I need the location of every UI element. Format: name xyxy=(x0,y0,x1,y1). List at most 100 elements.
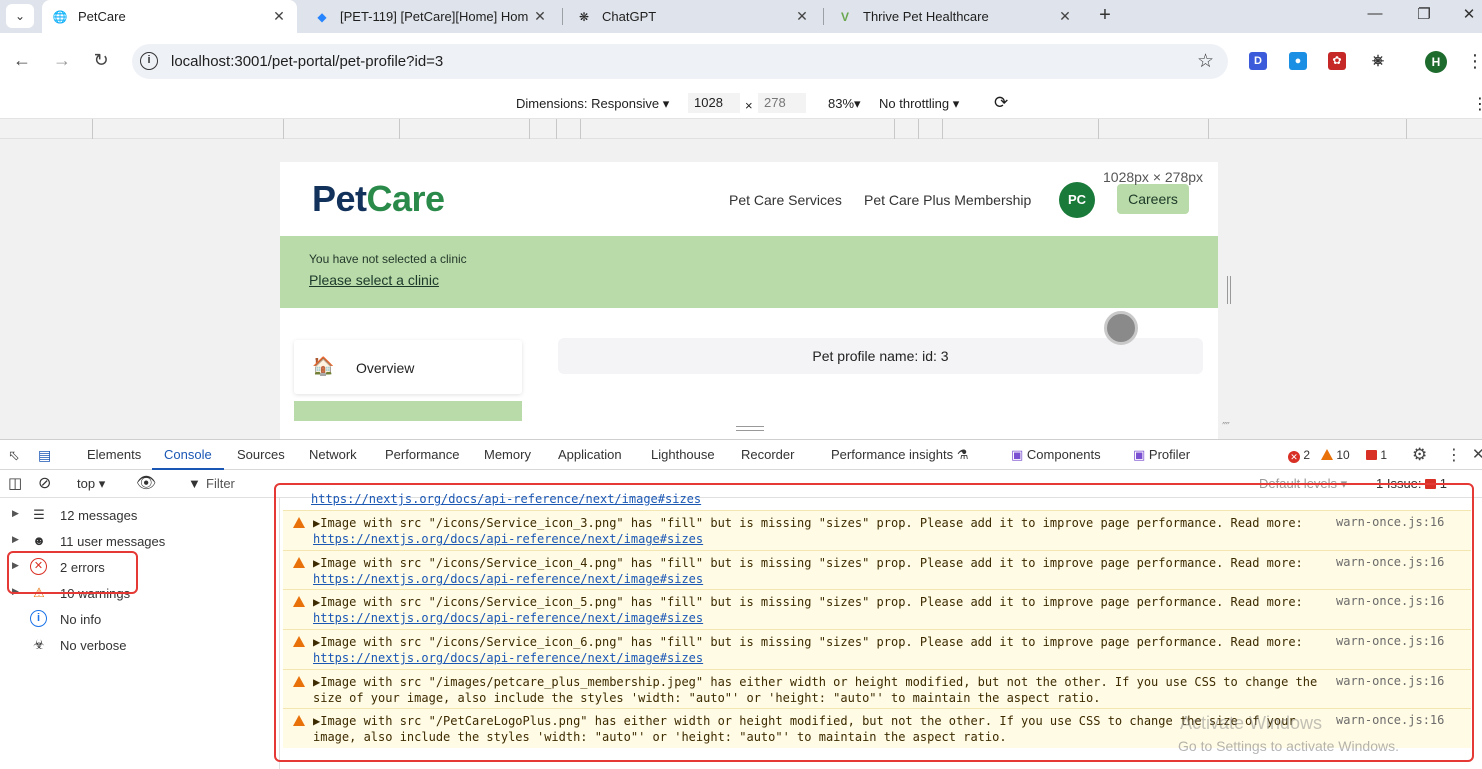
browser-tab-petcare[interactable]: 🌐 PetCare ✕ xyxy=(42,0,297,33)
browser-menu-icon[interactable]: ⋮ xyxy=(1466,51,1482,72)
dimensions-dropdown[interactable]: Dimensions: Responsive ▾ xyxy=(516,96,669,112)
issue-counter[interactable]: 1 xyxy=(1366,448,1387,462)
media-query-ruler xyxy=(0,119,1482,139)
careers-button[interactable]: Careers xyxy=(1117,184,1189,214)
filter-icon: ▼ xyxy=(188,476,201,491)
inspect-element-icon[interactable]: ⬁ xyxy=(8,447,20,464)
context-selector[interactable]: top ▾ xyxy=(77,476,105,492)
tab-components[interactable]: ▣ Components xyxy=(1011,440,1101,470)
tab-network[interactable]: Network xyxy=(309,440,357,470)
expand-arrow-icon[interactable]: ▶ xyxy=(12,534,19,545)
window-close-button[interactable]: ✕ xyxy=(1458,5,1480,27)
device-menu-icon[interactable]: ⋮ xyxy=(1472,94,1482,114)
filter-input[interactable]: Filter xyxy=(206,476,235,491)
device-toggle-icon[interactable]: ▤ xyxy=(38,447,51,464)
nav-pet-care-plus-membership[interactable]: Pet Care Plus Membership xyxy=(864,192,1031,208)
tab-console[interactable]: Console xyxy=(152,440,224,470)
address-bar[interactable]: i localhost:3001/pet-portal/pet-profile?… xyxy=(132,44,1228,79)
forward-button[interactable]: → xyxy=(51,49,73,71)
tab-profiler[interactable]: ▣ Profiler xyxy=(1133,440,1190,470)
tab-performance[interactable]: Performance xyxy=(385,440,459,470)
zoom-dropdown[interactable]: 83%▾ xyxy=(828,96,861,112)
throttling-dropdown[interactable]: No throttling ▾ xyxy=(879,96,959,112)
devtools-close-icon[interactable]: ✕ xyxy=(1472,445,1482,463)
issue-count: 1 xyxy=(1380,448,1388,462)
sidebar-toggle-icon[interactable]: ◫ xyxy=(8,474,22,492)
height-input[interactable]: 278 xyxy=(758,93,806,113)
minimize-button[interactable]: — xyxy=(1364,5,1386,27)
list-icon: ☰ xyxy=(33,507,45,522)
error-count: 2 xyxy=(1303,448,1311,462)
close-icon[interactable]: ✕ xyxy=(794,8,810,25)
logo-care-text: Care xyxy=(366,178,446,219)
sidebar-item-active[interactable] xyxy=(294,401,522,421)
sidebar-item-info[interactable]: i No info xyxy=(0,606,280,632)
extension-bug-icon[interactable]: ✿ xyxy=(1328,52,1346,70)
expand-arrow-icon[interactable]: ▶ xyxy=(12,508,19,519)
activate-windows-title: Activate Windows xyxy=(1180,713,1323,733)
corner-resize-icon[interactable]: ⁗ xyxy=(1222,420,1236,434)
browser-tab-thrive[interactable]: V Thrive Pet Healthcare ✕ xyxy=(827,0,1083,33)
clear-console-icon[interactable]: ⊘ xyxy=(38,473,51,493)
close-icon[interactable]: ✕ xyxy=(532,8,548,25)
thrive-icon: V xyxy=(840,9,849,24)
tab-recorder[interactable]: Recorder xyxy=(741,440,794,470)
dimensions-label: Dimensions: Responsive xyxy=(516,96,660,111)
reload-button[interactable]: ↻ xyxy=(90,49,112,71)
restore-button[interactable]: ❐ xyxy=(1413,5,1435,27)
settings-gear-icon[interactable]: ⚙ xyxy=(1412,445,1427,465)
devtools-menu-icon[interactable]: ⋮ xyxy=(1446,445,1462,465)
sidebar-item-label: 11 user messages xyxy=(60,534,166,549)
petcare-logo[interactable]: PetCare xyxy=(312,178,445,220)
sidebar-item-overview[interactable]: 🏠 Overview xyxy=(294,340,522,394)
tab-memory[interactable]: Memory xyxy=(484,440,531,470)
tab-application[interactable]: Application xyxy=(558,440,622,470)
tab-sources[interactable]: Sources xyxy=(237,440,285,470)
extensions-puzzle-icon[interactable]: ⎈ xyxy=(1369,52,1387,70)
banner-message: You have not selected a clinic xyxy=(309,252,467,266)
close-icon[interactable]: ✕ xyxy=(1057,8,1073,25)
width-resize-handle[interactable] xyxy=(1227,276,1231,304)
extension-d-icon[interactable]: D xyxy=(1249,52,1267,70)
warning-count: 10 xyxy=(1336,448,1350,462)
url-text[interactable]: localhost:3001/pet-portal/pet-profile?id… xyxy=(171,53,443,70)
back-button[interactable]: ← xyxy=(11,49,33,71)
react-icon: ▣ xyxy=(1133,447,1146,462)
tab-performance-insights[interactable]: Performance insights ⚗ xyxy=(831,440,968,470)
tab-title: Thrive Pet Healthcare xyxy=(863,9,989,24)
clinic-banner: You have not selected a clinic Please se… xyxy=(280,236,1218,308)
extension-drop-icon[interactable]: ● xyxy=(1289,52,1307,70)
width-input[interactable]: 1028 xyxy=(688,93,740,113)
profile-avatar[interactable]: H xyxy=(1425,51,1447,73)
tab-title: ChatGPT xyxy=(602,9,657,24)
zoom-label: 83% xyxy=(828,96,855,111)
tab-lighthouse[interactable]: Lighthouse xyxy=(651,440,715,470)
live-expression-eye-icon[interactable]: 👁 xyxy=(136,473,156,493)
tab-title: [PET-119] [PetCare][Home] Hom xyxy=(340,9,529,24)
sidebar-item-messages[interactable]: ▶ ☰ 12 messages xyxy=(0,502,280,528)
site-info-icon[interactable]: i xyxy=(140,52,158,70)
touch-cursor xyxy=(1104,311,1138,345)
tab-separator xyxy=(823,8,824,25)
tab-separator xyxy=(562,8,563,25)
warning-counter[interactable]: 10 xyxy=(1321,448,1350,462)
sidebar-item-label: No verbose xyxy=(60,638,127,653)
nav-pet-care-services[interactable]: Pet Care Services xyxy=(729,192,842,208)
tab-search-button[interactable]: ⌄ xyxy=(6,4,34,28)
sidebar-item-verbose[interactable]: ☣ No verbose xyxy=(0,632,280,658)
browser-tab-chatgpt[interactable]: ❋ ChatGPT ✕ xyxy=(566,0,820,33)
rotate-icon[interactable]: ⟳ xyxy=(994,93,1008,113)
info-icon: i xyxy=(30,610,47,627)
tab-title: PetCare xyxy=(78,9,126,24)
user-avatar[interactable]: PC xyxy=(1059,182,1095,218)
error-counter[interactable]: ✕ 2 xyxy=(1288,448,1310,463)
tab-label: Components xyxy=(1026,447,1101,462)
new-tab-button[interactable]: + xyxy=(1096,5,1114,27)
select-clinic-link[interactable]: Please select a clinic xyxy=(309,272,439,288)
browser-tab-jira[interactable]: ◆ [PET-119] [PetCare][Home] Hom ✕ xyxy=(304,0,558,33)
overview-icon: 🏠 xyxy=(312,356,335,376)
height-resize-handle[interactable] xyxy=(736,426,764,431)
bookmark-star-icon[interactable]: ☆ xyxy=(1197,50,1214,73)
tab-elements[interactable]: Elements xyxy=(87,440,141,470)
close-icon[interactable]: ✕ xyxy=(271,8,287,25)
